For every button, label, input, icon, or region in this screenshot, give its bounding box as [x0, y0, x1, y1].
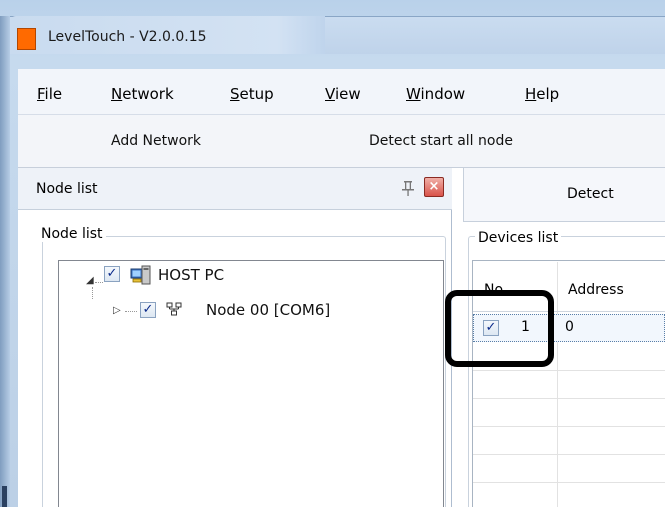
host-pc-icon	[130, 265, 151, 285]
app-icon[interactable]	[17, 28, 36, 50]
menu-help-label: elp	[536, 85, 560, 103]
window-left-border	[0, 16, 10, 507]
menu-file[interactable]: File	[37, 85, 62, 103]
menu-window[interactable]: Window	[406, 85, 465, 103]
grid-column-divider	[557, 262, 558, 507]
grid-row-divider	[473, 398, 665, 399]
menu-file-label: ile	[44, 85, 63, 103]
window-border-accent	[2, 486, 7, 507]
tree-connector	[95, 282, 103, 283]
menu-view-label: iew	[334, 85, 361, 103]
menu-network[interactable]: Network	[111, 85, 174, 103]
close-icon[interactable]: ×	[424, 177, 444, 197]
window-title: LevelTouch - V2.0.0.15	[48, 29, 207, 45]
tree-item-node-00[interactable]: Node 00 [COM6]	[206, 301, 330, 319]
menu-setup-label: etup	[239, 85, 274, 103]
column-header-address[interactable]: Address	[568, 282, 624, 298]
tree-connector-vertical	[92, 287, 93, 299]
pin-icon[interactable]	[400, 179, 416, 197]
host-pc-checkbox[interactable]: ✓	[104, 266, 120, 282]
menu-view-mnemonic: V	[325, 85, 335, 103]
menu-view[interactable]: View	[325, 85, 361, 103]
grid-row-divider	[473, 482, 665, 483]
menu-window-mnemonic: W	[406, 85, 421, 103]
menu-setup[interactable]: Setup	[230, 85, 274, 103]
cell-address: 0	[565, 319, 574, 335]
menu-setup-mnemonic: S	[230, 85, 240, 103]
menu-help[interactable]: Help	[525, 85, 559, 103]
menu-window-label: indow	[420, 85, 466, 103]
node-00-checkbox[interactable]: ✓	[140, 302, 156, 318]
tab-detect[interactable]: Detect	[567, 186, 614, 202]
expand-triangle-icon[interactable]: ▷	[113, 305, 121, 316]
document-tab-strip	[463, 168, 665, 222]
network-node-icon	[166, 302, 182, 316]
node-tree[interactable]	[58, 260, 444, 507]
node-list-group-label: Node list	[38, 226, 106, 242]
devices-list-group-label: Devices list	[475, 230, 562, 246]
collapse-triangle-icon[interactable]: ◢	[86, 275, 94, 286]
grid-row-divider	[473, 426, 665, 427]
menu-file-mnemonic: F	[37, 85, 45, 103]
detect-start-all-node-button[interactable]: Detect start all node	[369, 133, 513, 149]
grid-row-divider	[473, 370, 665, 371]
tree-connector	[125, 311, 137, 312]
node-list-panel-title: Node list	[36, 181, 98, 197]
grid-row-divider	[473, 454, 665, 455]
add-network-button[interactable]: Add Network	[111, 133, 201, 149]
menu-network-mnemonic: N	[111, 85, 123, 103]
highlight-annotation	[445, 290, 554, 367]
tree-item-host-pc[interactable]: HOST PC	[158, 266, 224, 284]
menu-help-mnemonic: H	[525, 85, 537, 103]
menu-network-label: etwork	[122, 85, 174, 103]
